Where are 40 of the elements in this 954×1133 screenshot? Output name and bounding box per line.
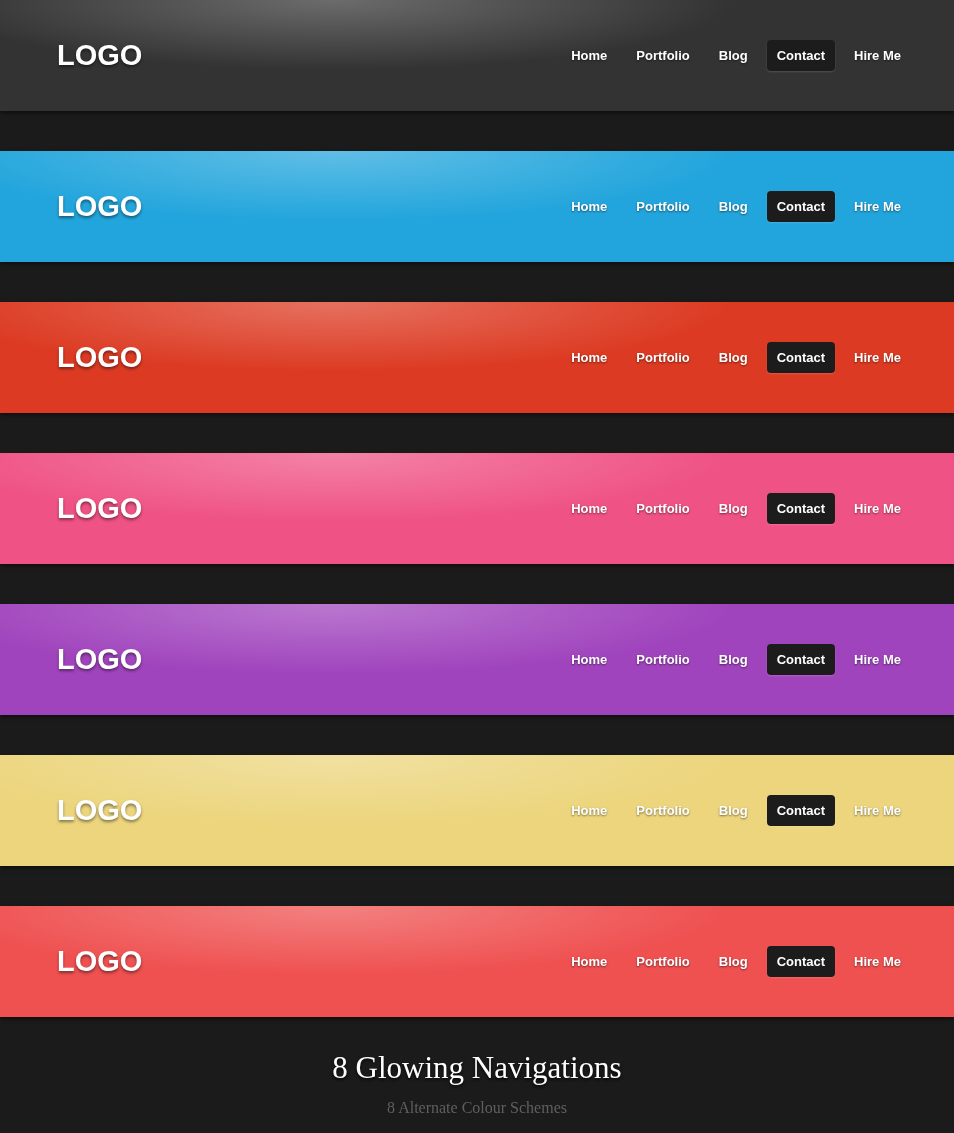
- nav-link[interactable]: Portfolio: [626, 190, 700, 223]
- nav-link[interactable]: Home: [561, 492, 618, 525]
- nav-link[interactable]: Home: [561, 39, 618, 72]
- nav-link[interactable]: Hire Me: [844, 39, 911, 72]
- logo: LOGO: [57, 490, 143, 526]
- logo: LOGO: [57, 339, 143, 375]
- nav-link[interactable]: Home: [561, 341, 618, 374]
- nav-link[interactable]: Blog: [708, 39, 758, 72]
- nav-link[interactable]: Contact: [766, 643, 836, 676]
- footer-title: 8 Glowing Navigations: [332, 1049, 622, 1087]
- nav-link[interactable]: Blog: [708, 945, 758, 978]
- nav-link[interactable]: Hire Me: [844, 190, 911, 223]
- nav-link[interactable]: Blog: [708, 492, 758, 525]
- nav-link[interactable]: Blog: [708, 190, 758, 223]
- nav-link[interactable]: Portfolio: [626, 492, 700, 525]
- logo: LOGO: [57, 188, 143, 224]
- nav-link[interactable]: Blog: [708, 643, 758, 676]
- nav-link[interactable]: Contact: [766, 190, 836, 223]
- nav-link[interactable]: Contact: [766, 341, 836, 374]
- nav-link[interactable]: Hire Me: [844, 643, 911, 676]
- logo: LOGO: [57, 641, 143, 677]
- logo: LOGO: [57, 792, 143, 828]
- nav-link[interactable]: Portfolio: [626, 341, 700, 374]
- logo: LOGO: [57, 943, 143, 979]
- nav-link[interactable]: Portfolio: [626, 39, 700, 72]
- nav-link[interactable]: Contact: [766, 492, 836, 525]
- footer-subtitle: 8 Alternate Colour Schemes: [387, 1097, 567, 1118]
- nav-link[interactable]: Home: [561, 643, 618, 676]
- nav-link[interactable]: Hire Me: [844, 945, 911, 978]
- nav-link[interactable]: Contact: [766, 794, 836, 827]
- logo: LOGO: [57, 37, 143, 73]
- nav-link[interactable]: Home: [561, 190, 618, 223]
- nav-link[interactable]: Contact: [766, 39, 836, 72]
- nav-link[interactable]: Contact: [766, 945, 836, 978]
- nav-link[interactable]: Portfolio: [626, 643, 700, 676]
- nav-link[interactable]: Blog: [708, 341, 758, 374]
- nav-link[interactable]: Home: [561, 945, 618, 978]
- nav-link[interactable]: Hire Me: [844, 492, 911, 525]
- nav-link[interactable]: Hire Me: [844, 341, 911, 374]
- nav-link[interactable]: Portfolio: [626, 945, 700, 978]
